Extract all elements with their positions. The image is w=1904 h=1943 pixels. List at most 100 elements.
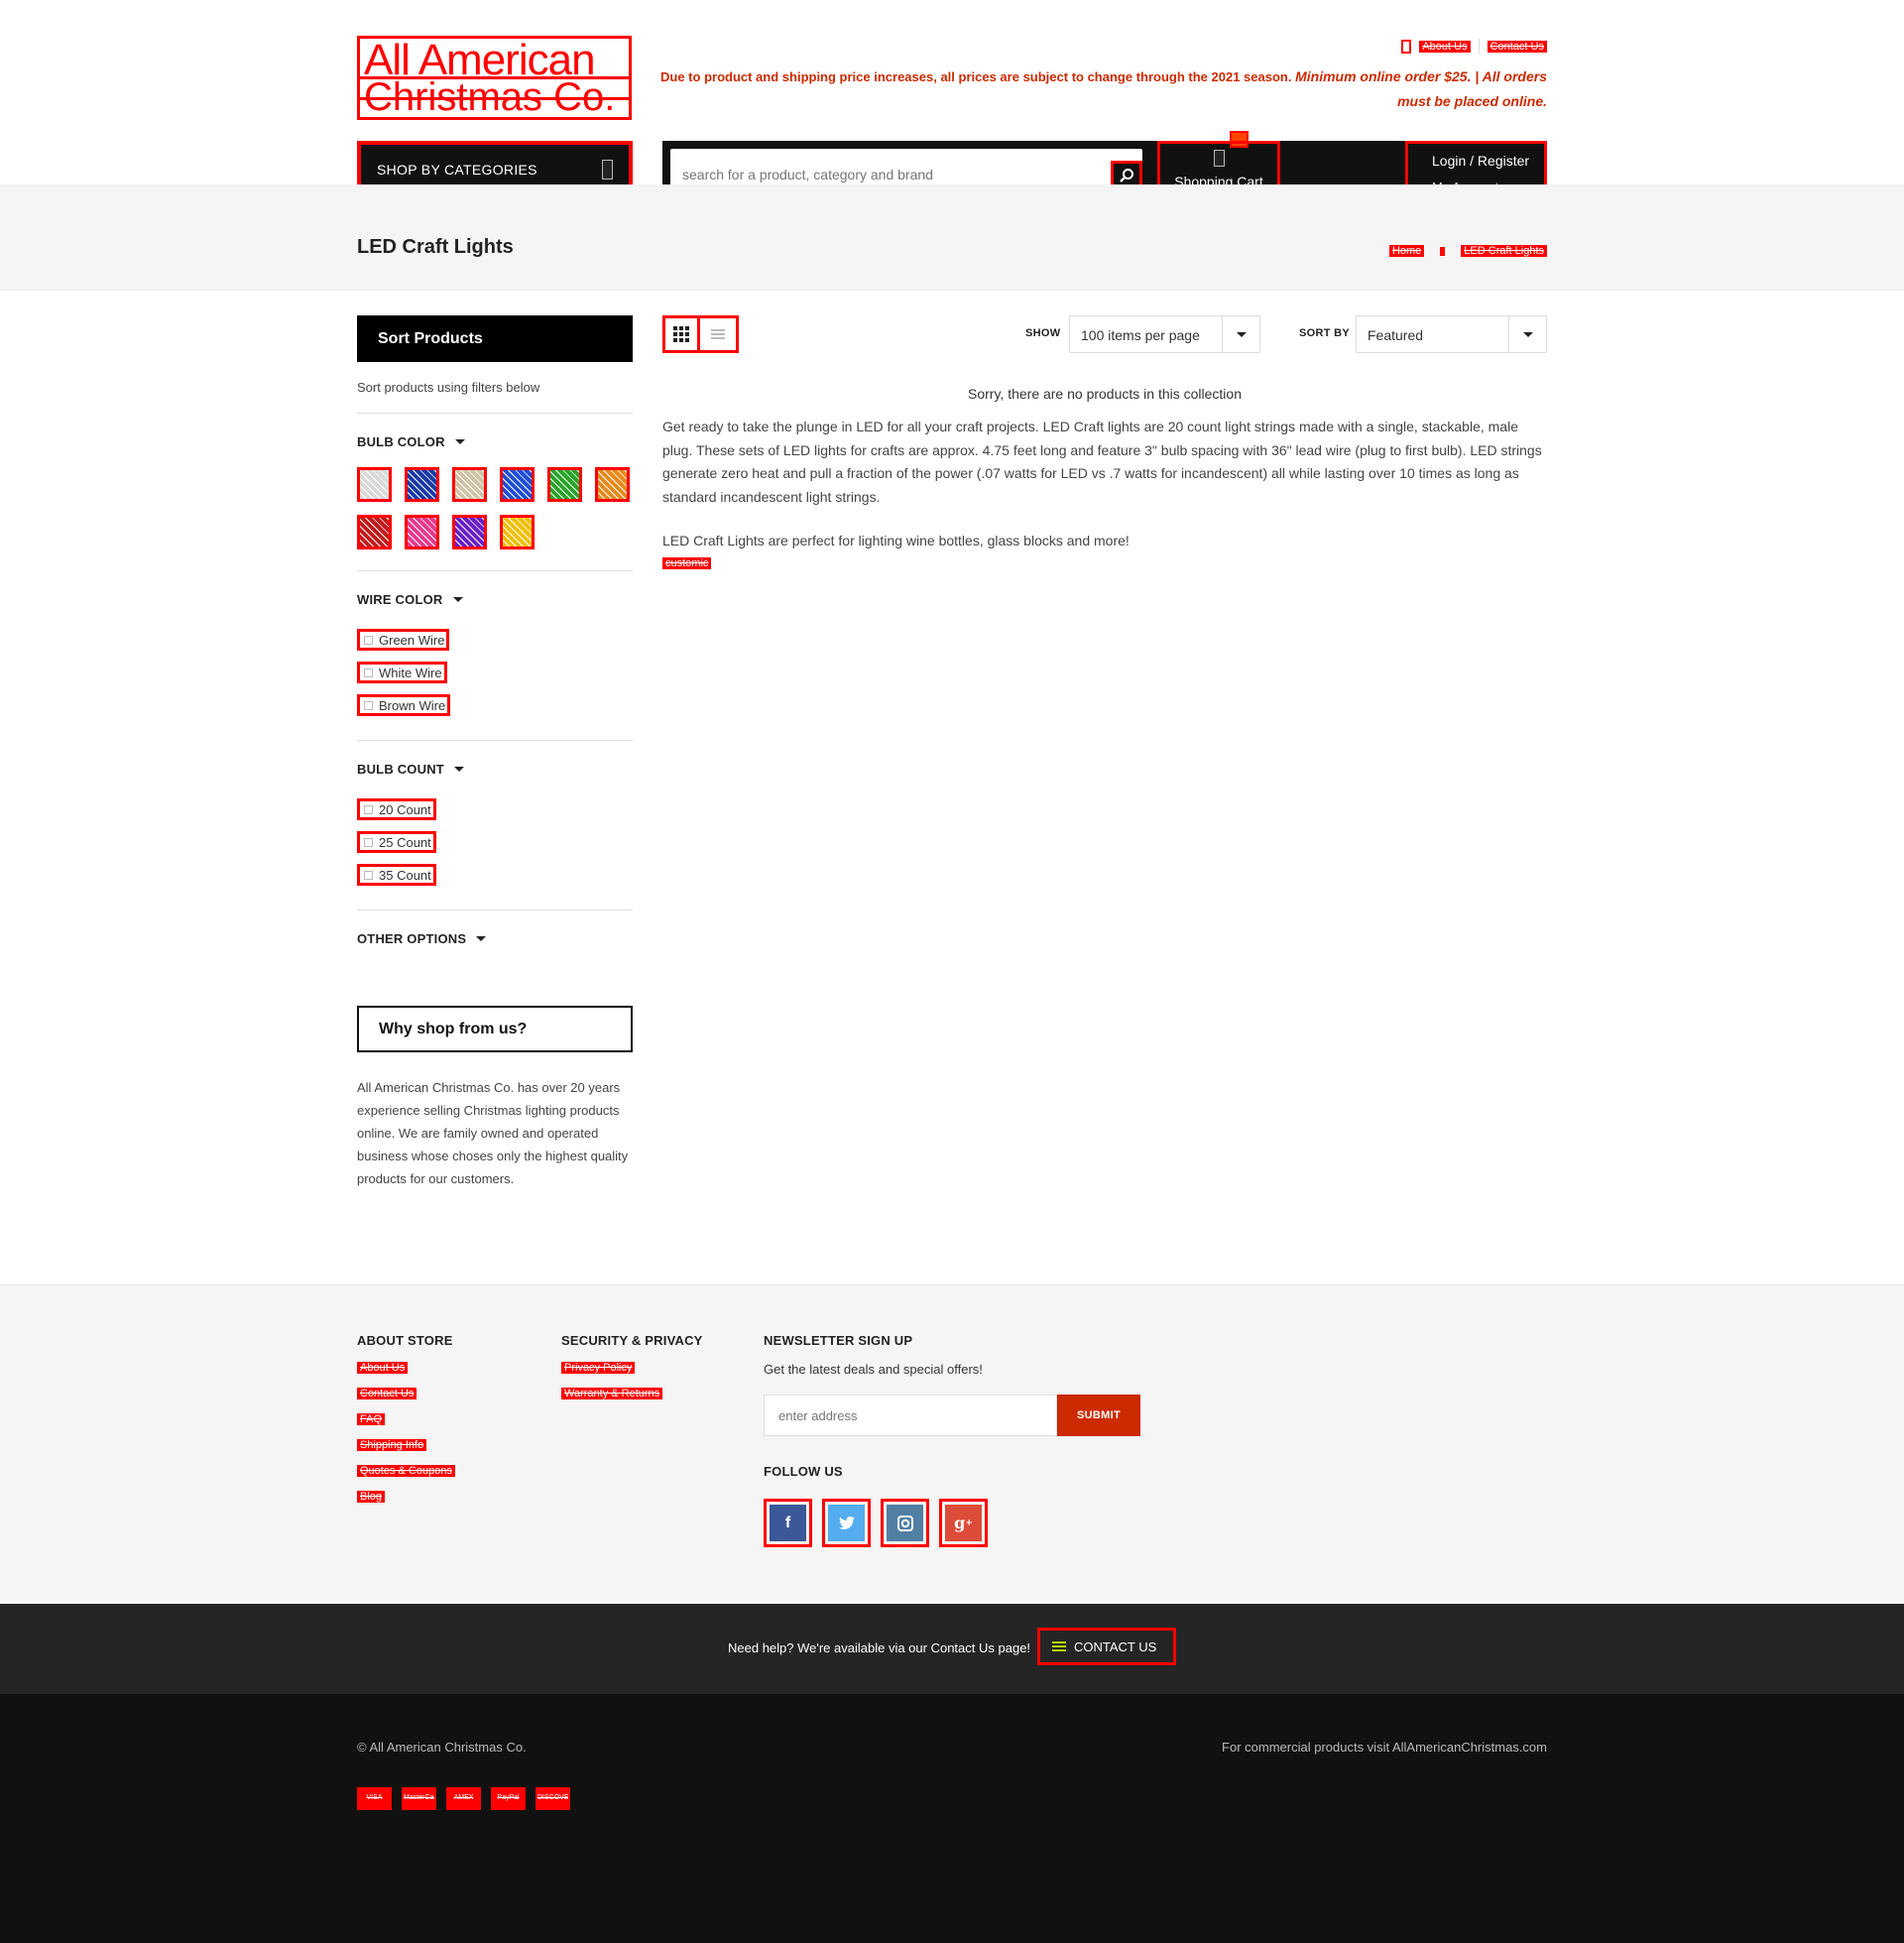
footer-link-faq[interactable]: FAQ [357,1413,386,1425]
bulb-color-swatch[interactable] [405,515,439,549]
about-store-title: ABOUT STORE [357,1333,453,1348]
bulb-color-swatch[interactable] [547,467,582,502]
search-input[interactable] [682,164,1079,185]
list-view-button[interactable] [700,318,735,350]
breadcrumb-current[interactable]: LED Craft Lights [1461,245,1547,257]
page-title-bar: LED Craft Lights Home LED Craft Lights [0,184,1904,291]
bulb-color-swatch[interactable] [405,467,439,502]
site-logo[interactable]: All American Christmas Co. [357,36,632,120]
help-bar: Need help? We're available via our Conta… [0,1604,1904,1694]
filter-label: 20 Count [379,801,431,817]
twitter-glyph [828,1505,865,1541]
wire-color-filter-toggle[interactable]: WIRE COLOR [357,592,633,607]
footer-link-quotes-coupons[interactable]: Quotes & Coupons [357,1465,455,1477]
checkbox[interactable] [364,804,373,814]
bulb-color-title: BULB COLOR [357,434,445,449]
filter-label: 25 Count [379,834,431,850]
checkbox[interactable] [364,837,373,847]
login-register-link[interactable]: Login / Register [1432,153,1529,169]
caret-down-icon [454,439,465,444]
bulb-color-swatch[interactable] [595,467,630,502]
newsletter-submit-button[interactable]: SUBMIT [1057,1395,1140,1436]
divider [1478,39,1480,55]
caret-down-icon [452,597,463,602]
sort-products-heading: Sort Products [357,315,633,362]
newsletter-column: NEWSLETTER SIGN UP Get the latest deals … [764,1333,1140,1547]
filter-label: White Wire [379,665,442,680]
grid-view-button[interactable] [665,318,700,350]
bulb-count-filter-toggle[interactable]: BULB COUNT [357,762,633,777]
mastercard-icon: MasterCard [402,1787,436,1810]
collection-description-2: LED Craft Lights are perfect for lightin… [662,533,1130,548]
page-title: LED Craft Lights [357,236,514,258]
checkbox[interactable] [364,870,373,880]
filter-25-count[interactable]: 25 Count [357,831,436,853]
notice-text: Due to product and shipping price increa… [660,69,1292,84]
filter-35-count[interactable]: 35 Count [357,864,436,886]
newsletter-text: Get the latest deals and special offers! [764,1362,983,1377]
divider [357,549,633,571]
footer-link-contact-us[interactable]: Contact Us [357,1388,417,1399]
footer-link-warranty-returns[interactable]: Warranty & Returns [561,1388,663,1399]
why-shop-text: All American Christmas Co. has over 20 y… [357,1080,629,1186]
footer-link-about-us[interactable]: About Us [357,1362,409,1374]
menu-icon [602,159,613,180]
facebook-glyph: f [770,1505,806,1541]
about-store-column: ABOUT STORE About Us Contact Us FAQ Ship… [357,1333,455,1503]
breadcrumb: Home LED Craft Lights [1388,245,1547,257]
cart-icon [1214,150,1225,167]
payment-methods: VISA MasterCard AMEX PayPal DISCOVER [357,1787,570,1810]
top-links: About Us Contact Us [1401,36,1547,58]
bulb-color-swatch[interactable] [500,467,535,502]
notice-emphasis: Minimum online order $25. | All orders m… [1295,68,1547,109]
list-icon [710,327,725,341]
search-icon [1120,169,1133,182]
filter-brown-wire[interactable]: Brown Wire [357,694,451,716]
google-plus-icon[interactable]: g + [939,1499,988,1547]
bottom-bar: © All American Christmas Co. For commerc… [0,1694,1904,1943]
checkbox[interactable] [364,635,373,645]
newsletter-email-input[interactable] [764,1395,1057,1436]
facebook-icon[interactable]: f [764,1499,812,1547]
bulb-color-swatch[interactable] [500,515,535,549]
footer-link-blog[interactable]: Blog [357,1491,386,1503]
sort-by-select[interactable]: Featured [1356,315,1547,353]
contact-us-button[interactable]: CONTACT US [1037,1628,1176,1665]
bulb-color-filter-toggle[interactable]: BULB COLOR [357,434,633,449]
logo-strike [360,97,629,100]
filter-20-count[interactable]: 20 Count [357,798,436,820]
instagram-icon[interactable] [881,1499,929,1547]
other-options-title: OTHER OPTIONS [357,931,467,946]
breadcrumb-home[interactable]: Home [1388,245,1425,257]
filter-label: 35 Count [379,867,431,883]
footer-link-privacy-policy[interactable]: Privacy Policy [561,1362,636,1374]
top-link-about-us[interactable]: About Us [1419,41,1471,53]
collection-description: Get ready to take the plunge in LED for … [662,419,1542,505]
caret-down-icon [476,936,487,941]
bulb-color-swatch[interactable] [452,467,487,502]
filter-green-wire[interactable]: Green Wire [357,629,450,651]
twitter-icon[interactable] [822,1499,871,1547]
instagram-glyph [887,1505,923,1541]
divider [357,716,633,741]
bulb-color-swatch[interactable] [452,515,487,549]
language-icon[interactable] [1401,40,1412,54]
site-header: All American Christmas Co. About Us Cont… [0,0,1904,211]
bulb-color-swatches [357,467,633,549]
visa-icon: VISA [357,1787,392,1810]
bulb-color-swatch[interactable] [357,515,392,549]
other-options-filter-toggle[interactable]: OTHER OPTIONS [357,931,633,946]
checkbox[interactable] [364,700,373,710]
filter-white-wire[interactable]: White Wire [357,662,447,683]
top-link-contact-us[interactable]: Contact Us [1487,41,1547,53]
bulb-color-swatch[interactable] [357,467,392,502]
filter-label: Green Wire [379,632,445,648]
newsletter-form: SUBMIT [764,1395,1140,1436]
help-text: Need help? We're available via our Conta… [728,1640,1031,1655]
items-per-page-select[interactable]: 100 items per page [1069,315,1260,353]
description-link[interactable]: customic [662,557,712,569]
checkbox[interactable] [364,668,373,677]
items-per-page-value: 100 items per page [1081,327,1200,343]
divider [357,886,633,911]
footer-link-shipping-info[interactable]: Shipping Info [357,1439,427,1451]
